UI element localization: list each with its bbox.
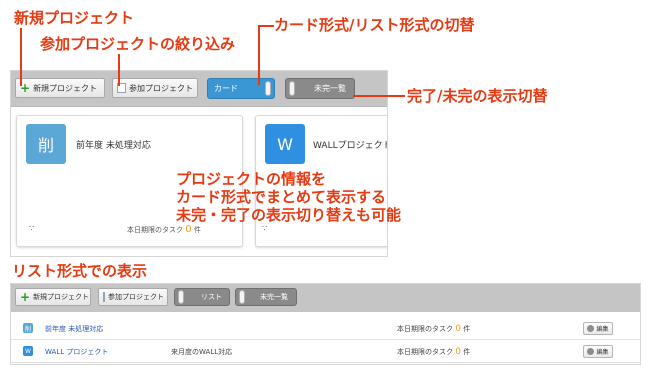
join-project-label: 参加プロジェクト	[129, 83, 193, 93]
callout-card-description: プロジェクトの情報を カード形式でまとめて表示する 未完・完了の表示切り替えも可…	[176, 170, 402, 224]
project-toolbar: + 新規プロジェクト 参加プロジェクト カード 未完一覧	[11, 71, 387, 107]
project-description: 来月度のWALL対応	[171, 348, 233, 356]
new-project-label: 新規プロジェクト	[33, 83, 98, 93]
edit-button[interactable]: 編集	[583, 345, 613, 358]
today-task-summary: 本日期限のタスク 0 件	[397, 347, 471, 357]
callout-view-toggle: カード形式/リスト形式の切替	[274, 16, 475, 34]
card-view-screenshot: + 新規プロジェクト 参加プロジェクト カード 未完一覧 削 前年度 未処理対応…	[10, 70, 388, 257]
callout-new-project: 新規プロジェクト	[14, 9, 135, 27]
checkbox-icon	[103, 292, 105, 302]
completion-label: 未完一覧	[314, 84, 346, 93]
list-view-heading: リスト形式での表示	[12, 262, 148, 280]
toggle-knob	[289, 81, 295, 96]
project-avatar: W	[23, 346, 33, 356]
callout-line	[258, 25, 260, 85]
members-icon: ∵	[29, 224, 35, 233]
toggle-knob	[265, 81, 271, 96]
today-task-summary: 本日期限のタスク 0 件	[127, 224, 201, 235]
project-toolbar: + 新規プロジェクト 参加プロジェクト リスト 未完一覧	[11, 284, 640, 312]
plus-icon: +	[20, 290, 31, 304]
new-project-button[interactable]: + 新規プロジェクト	[15, 78, 105, 98]
completion-toggle[interactable]: 未完一覧	[285, 78, 355, 99]
view-card-label: カード	[214, 84, 238, 93]
project-title: 前年度 未処理対応	[76, 141, 151, 151]
pencil-icon	[587, 325, 595, 332]
pencil-icon	[587, 348, 595, 355]
join-project-filter-button[interactable]: 参加プロジェクト	[112, 78, 198, 98]
toggle-knob	[239, 290, 245, 304]
callout-line	[353, 95, 405, 97]
callout-join-project: 参加プロジェクトの絞り込み	[40, 35, 236, 53]
toggle-knob	[178, 290, 184, 304]
project-avatar: W	[265, 124, 305, 164]
project-avatar: 削	[23, 323, 33, 333]
project-avatar: 削	[26, 124, 66, 164]
list-view-screenshot: + 新規プロジェクト 参加プロジェクト リスト 未完一覧 削 前年度 未処理対応…	[10, 283, 641, 365]
members-icon: ∵	[262, 224, 268, 233]
project-name-link[interactable]: WALL プロジェクト	[45, 347, 108, 357]
view-mode-toggle[interactable]: リスト	[174, 288, 230, 306]
list-row[interactable]: W WALL プロジェクト 来月度のWALL対応 本日期限のタスク 0 件 編集	[11, 342, 640, 363]
today-task-summary: 本日期限のタスク 0 件	[397, 324, 471, 334]
project-name-link[interactable]: 前年度 未処理対応	[45, 324, 103, 334]
list-row[interactable]: 削 前年度 未処理対応 本日期限のタスク 0 件 編集	[11, 319, 640, 340]
join-project-filter-button[interactable]: 参加プロジェクト	[98, 288, 168, 306]
callout-done-toggle: 完了/未完の表示切替	[407, 87, 548, 105]
callout-line	[118, 54, 120, 86]
project-title: WALLプロジェクト	[313, 141, 388, 151]
callout-line	[20, 28, 22, 86]
edit-button[interactable]: 編集	[583, 322, 613, 335]
completion-toggle[interactable]: 未完一覧	[235, 288, 297, 306]
view-mode-toggle[interactable]: カード	[207, 78, 275, 99]
new-project-button[interactable]: + 新規プロジェクト	[15, 288, 91, 306]
callout-line	[259, 25, 274, 27]
